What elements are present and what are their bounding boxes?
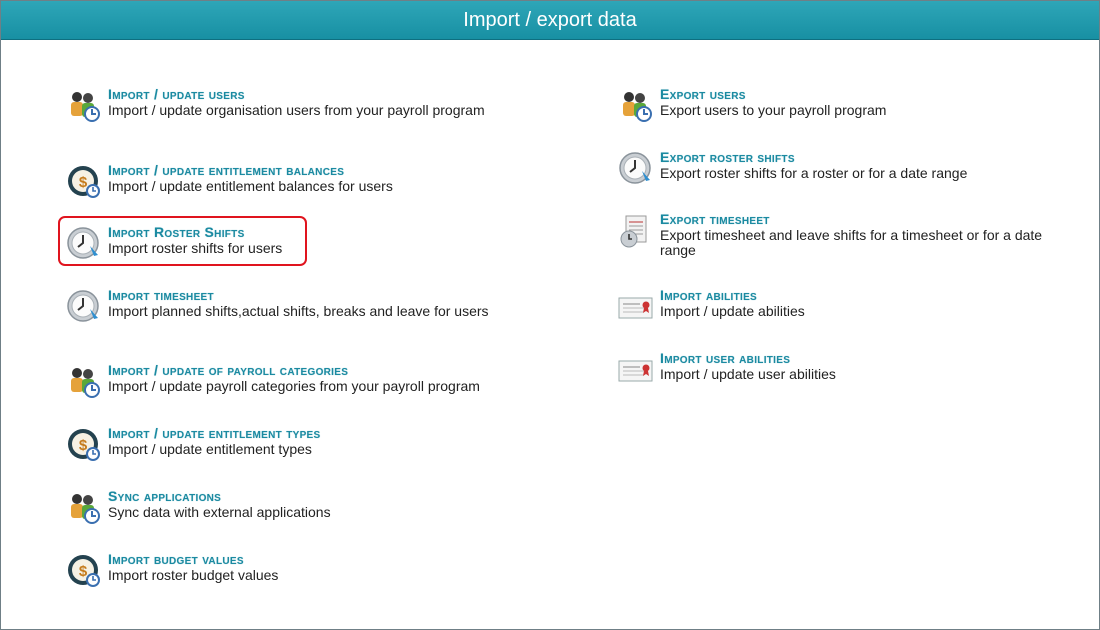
- right-menu-description: Export roster shifts for a roster or for…: [660, 165, 968, 181]
- left-menu-description: Import / update entitlement balances for…: [108, 178, 393, 194]
- certificate-icon: [618, 289, 654, 325]
- left-menu-text: Import / update of payroll categories Imp…: [108, 362, 498, 394]
- left-menu-title-link[interactable]: Import / update entitlement balances: [108, 162, 498, 179]
- users-icon: [66, 490, 102, 526]
- right-menu-title-link[interactable]: Import abilities: [660, 287, 1060, 304]
- left-menu-text: Import / update entitlement balances Impo…: [108, 162, 498, 194]
- left-menu-description: Import / update organisation users from …: [108, 102, 485, 118]
- right-menu-text: Import abilities Import / update abilitie…: [660, 287, 1060, 319]
- right-menu-title-link[interactable]: Export roster shifts: [660, 149, 1060, 166]
- right-menu-item[interactable]: Import abilities Import / update abilitie…: [618, 287, 1060, 325]
- left-menu-text: Import Roster Shifts Import roster shifts…: [108, 224, 498, 256]
- right-menu-description: Import / update abilities: [660, 303, 805, 319]
- right-menu-item[interactable]: Export users Export users to your payroll…: [618, 86, 1060, 124]
- users-icon: [66, 364, 102, 400]
- right-menu-item[interactable]: Import user abilities Import / update use…: [618, 350, 1060, 388]
- left-menu-item[interactable]: $ Import / update entitlement types Import…: [66, 425, 498, 463]
- entitlement-icon: $: [66, 164, 102, 200]
- left-menu-description: Import / update payroll categories from …: [108, 378, 480, 394]
- left-menu-item[interactable]: Import / update users Import / update org…: [66, 86, 498, 124]
- left-menu-text: Sync applications Sync data with external…: [108, 488, 498, 520]
- left-menu-item[interactable]: Sync applications Sync data with external…: [66, 488, 498, 526]
- left-menu-text: Import / update users Import / update org…: [108, 86, 498, 118]
- svg-text:$: $: [79, 174, 88, 191]
- timesheet-icon: [618, 213, 654, 249]
- left-menu-description: Import roster budget values: [108, 567, 279, 583]
- left-menu-description: Import planned shifts,actual shifts, bre…: [108, 303, 489, 319]
- right-menu-title-link[interactable]: Import user abilities: [660, 350, 1060, 367]
- left-menu-description: Import / update entitlement types: [108, 441, 312, 457]
- right-menu-text: Export roster shifts Export roster shifts…: [660, 149, 1060, 181]
- left-menu-title-link[interactable]: Import Roster Shifts: [108, 224, 498, 241]
- left-menu-item[interactable]: Import timesheet Import planned shifts,ac…: [66, 287, 498, 325]
- left-menu-item[interactable]: Import Roster Shifts Import roster shifts…: [66, 224, 498, 262]
- left-menu-description: Import roster shifts for users: [108, 240, 283, 256]
- left-menu-text: Import budget values Import roster budget…: [108, 551, 498, 583]
- left-menu-title-link[interactable]: Sync applications: [108, 488, 498, 505]
- entitlement-icon: $: [66, 427, 102, 463]
- left-menu-title-link[interactable]: Import / update of payroll categories: [108, 362, 498, 379]
- page-title: Import / export data: [1, 1, 1099, 40]
- users-icon: [618, 88, 654, 124]
- entitlement-icon: $: [66, 553, 102, 589]
- left-menu-title-link[interactable]: Import timesheet: [108, 287, 498, 304]
- svg-text:$: $: [79, 437, 88, 454]
- right-menu-text: Export timesheet Export timesheet and lea…: [660, 211, 1060, 258]
- right-menu-description: Export timesheet and leave shifts for a …: [660, 227, 1043, 258]
- svg-text:$: $: [79, 563, 88, 580]
- right-menu-item[interactable]: Export timesheet Export timesheet and lea…: [618, 211, 1060, 258]
- clock-icon: [618, 151, 654, 187]
- right-menu-item[interactable]: Export roster shifts Export roster shifts…: [618, 149, 1060, 187]
- left-menu-title-link[interactable]: Import / update entitlement types: [108, 425, 498, 442]
- right-menu-text: Import user abilities Import / update use…: [660, 350, 1060, 382]
- right-menu-title-link[interactable]: Export users: [660, 86, 1060, 103]
- left-menu-item[interactable]: $ Import budget values Import roster budge…: [66, 551, 498, 589]
- left-menu-item[interactable]: $ Import / update entitlement balances Imp…: [66, 162, 498, 200]
- certificate-icon: [618, 352, 654, 388]
- left-menu-description: Sync data with external applications: [108, 504, 331, 520]
- right-menu-description: Export users to your payroll program: [660, 102, 887, 118]
- left-menu-title-link[interactable]: Import budget values: [108, 551, 498, 568]
- right-menu-description: Import / update user abilities: [660, 366, 836, 382]
- left-menu-text: Import timesheet Import planned shifts,ac…: [108, 287, 498, 319]
- clock-icon: [66, 226, 102, 262]
- left-menu-item[interactable]: Import / update of payroll categories Imp…: [66, 362, 498, 400]
- users-icon: [66, 88, 102, 124]
- left-menu-title-link[interactable]: Import / update users: [108, 86, 498, 103]
- clock-icon: [66, 289, 102, 325]
- right-menu-title-link[interactable]: Export timesheet: [660, 211, 1060, 228]
- right-menu-text: Export users Export users to your payroll…: [660, 86, 1060, 118]
- left-menu-text: Import / update entitlement types Import …: [108, 425, 498, 457]
